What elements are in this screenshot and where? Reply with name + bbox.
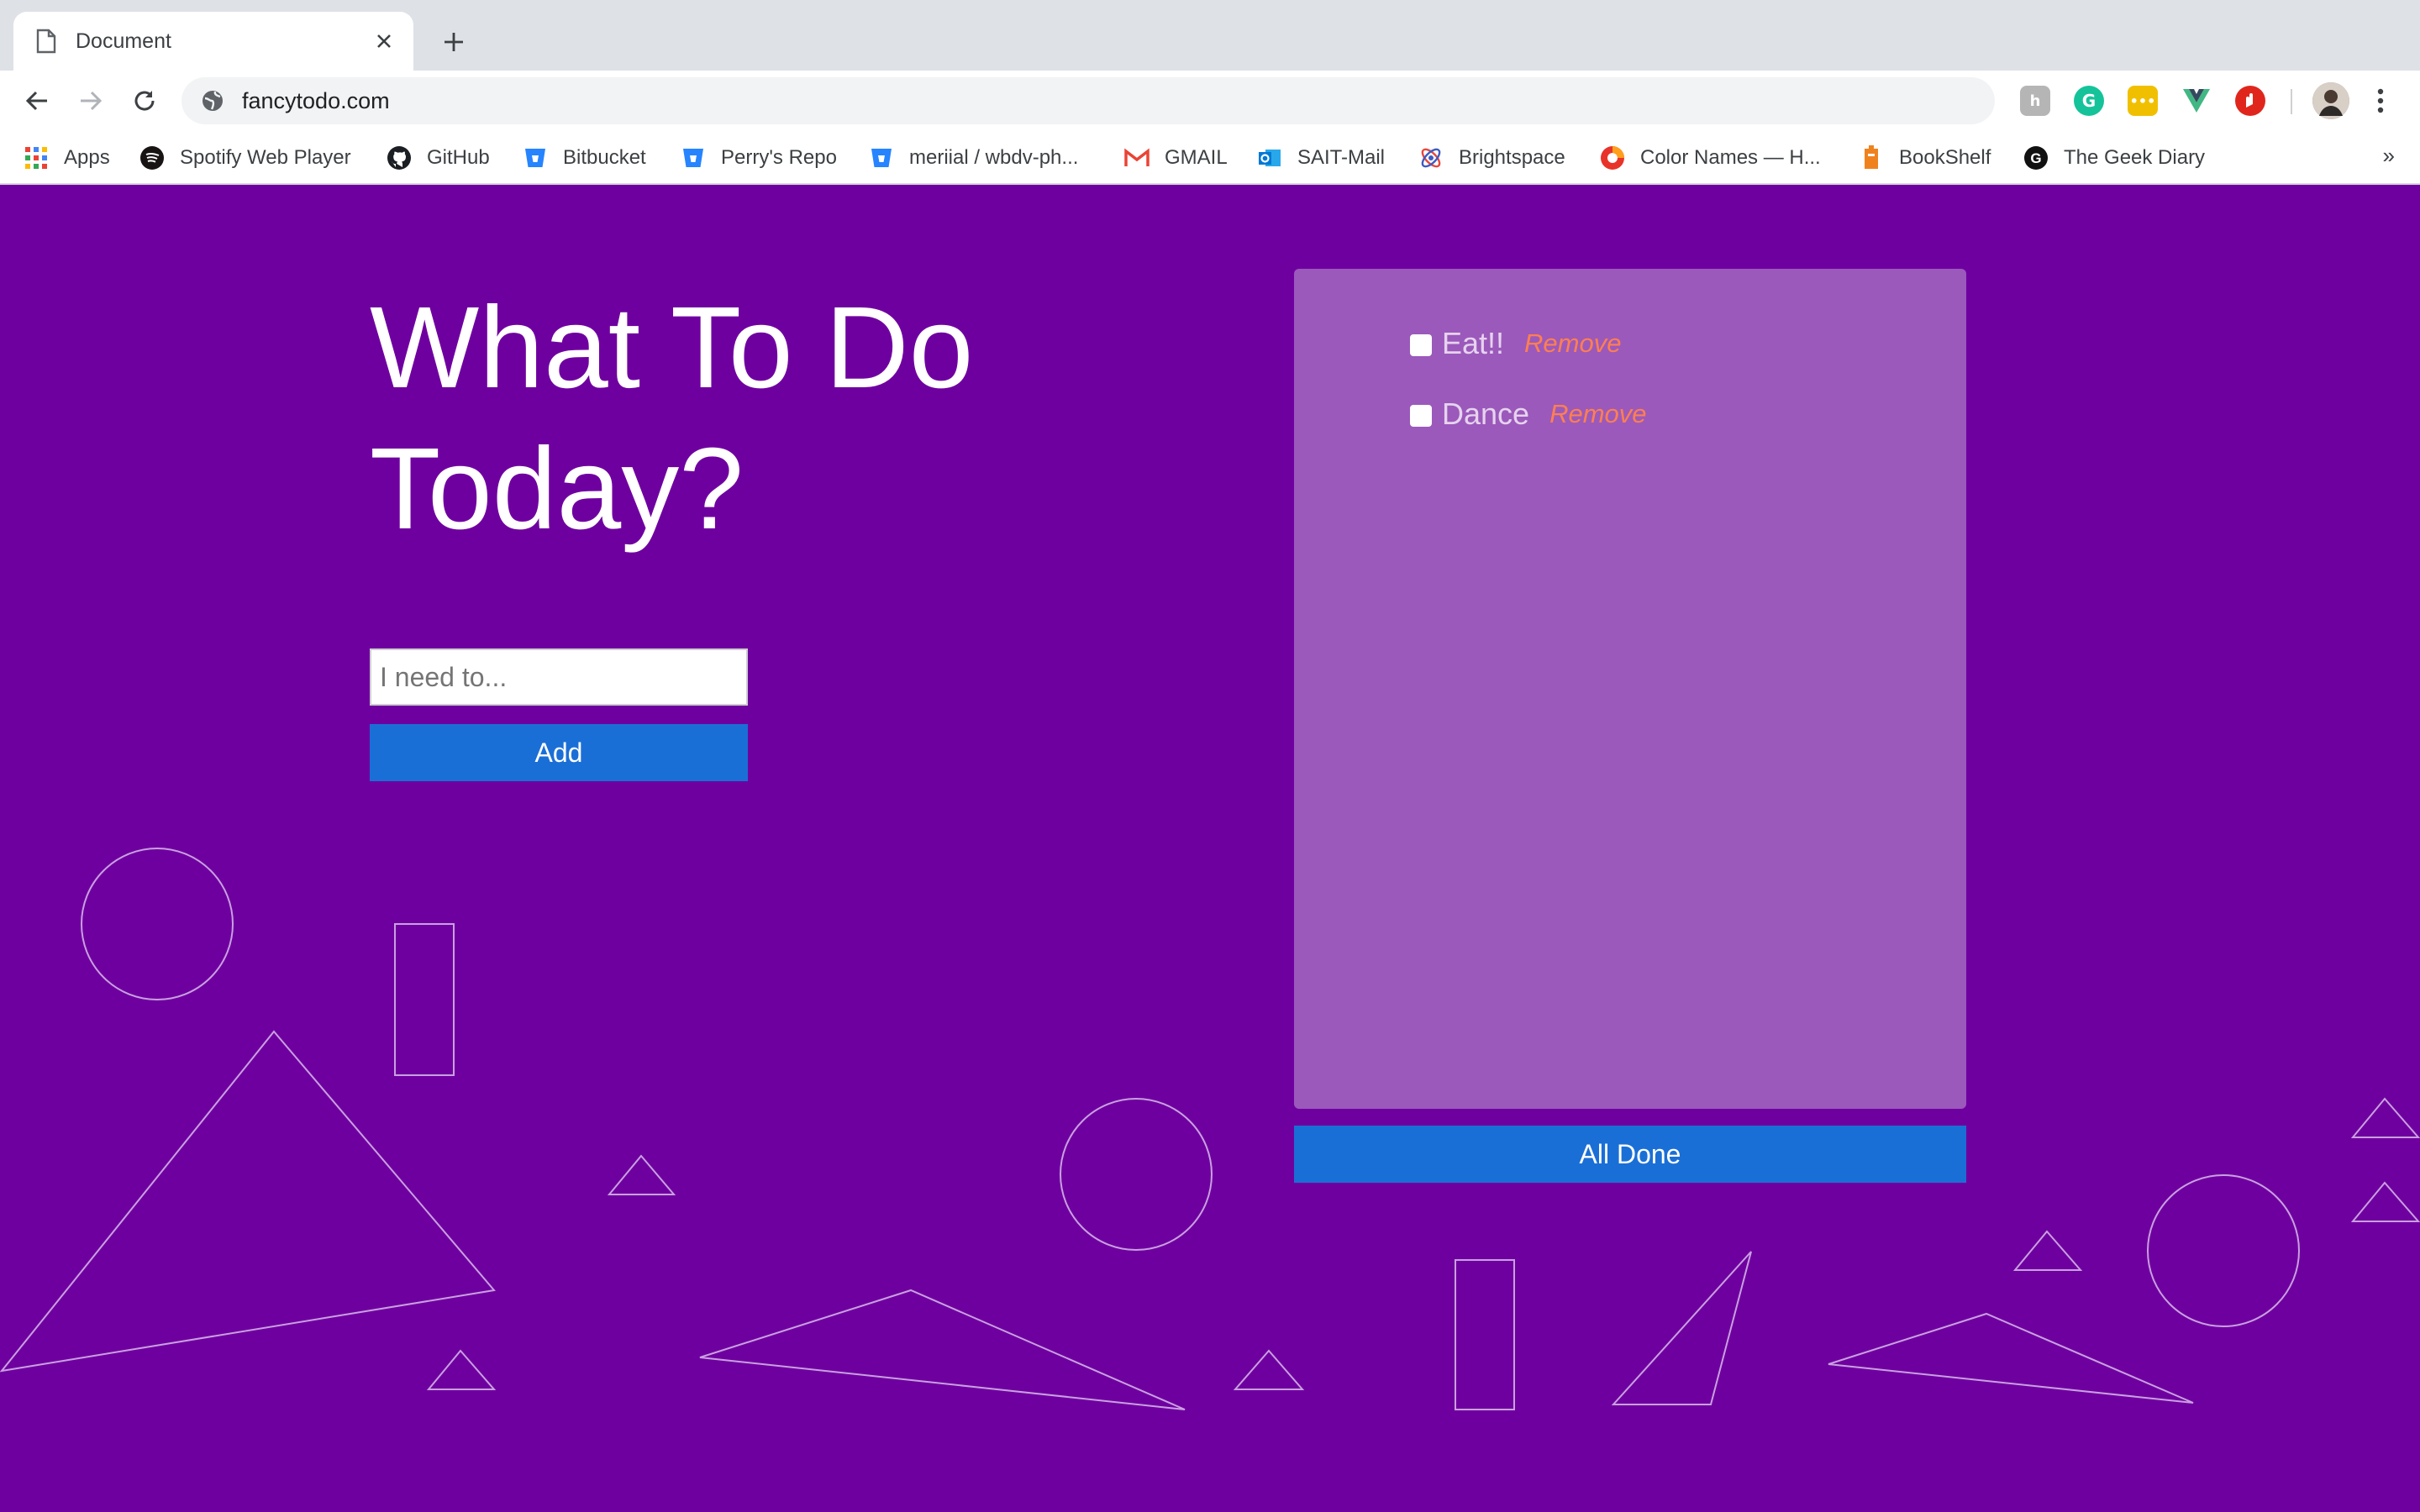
new-tab-button[interactable]: [434, 22, 474, 62]
gmail-icon: [1124, 145, 1150, 171]
decor-triangle: [607, 1154, 676, 1195]
site-info-icon[interactable]: [200, 88, 225, 113]
spotify-icon: [139, 145, 165, 171]
decor-triangle: [426, 1349, 497, 1390]
remove-link[interactable]: Remove: [1549, 399, 1646, 429]
document-icon: [35, 29, 57, 54]
bitbucket-icon: [523, 145, 548, 171]
apps-grid-icon: [24, 145, 49, 171]
decor-triangle: [1828, 1312, 2194, 1404]
bitbucket-icon: [869, 145, 894, 171]
profile-avatar[interactable]: [2312, 82, 2349, 119]
todo-item: Dance Remove: [1410, 396, 1647, 432]
brightspace-icon: [1418, 145, 1444, 171]
decor-circle: [81, 848, 234, 1000]
todo-list-panel: Eat!! Remove Dance Remove: [1294, 269, 1966, 1109]
bookmark-label: Bitbucket: [563, 146, 646, 169]
bookmark-label: Perry's Repo: [721, 146, 837, 169]
bookmark-label: meriial / wbdv-ph...: [909, 146, 1079, 169]
bookshelf-icon: [1859, 145, 1884, 171]
todo-checkbox[interactable]: [1410, 405, 1432, 427]
add-button[interactable]: Add: [370, 724, 748, 781]
bookmark-bookshelf[interactable]: BookShelf: [1859, 139, 1991, 176]
color-names-icon: [1600, 145, 1625, 171]
back-button[interactable]: [17, 81, 57, 121]
bookmark-apps[interactable]: Apps: [24, 139, 110, 176]
decor-rectangle: [394, 923, 455, 1076]
bitbucket-icon: [681, 145, 706, 171]
address-bar[interactable]: fancytodo.com: [182, 77, 1995, 124]
bookmark-brightspace[interactable]: Brightspace: [1418, 139, 1565, 176]
bookmarks-bar: Apps Spotify Web Player GitHub Bitbucket…: [0, 131, 2420, 185]
all-done-button[interactable]: All Done: [1294, 1126, 1966, 1183]
decor-triangle: [1611, 1251, 1752, 1405]
bookmark-meriial[interactable]: meriial / wbdv-ph...: [869, 139, 1078, 176]
toolbar-divider: [2291, 89, 2292, 114]
github-icon: [387, 145, 412, 171]
decor-triangle: [2350, 1097, 2420, 1138]
todo-input[interactable]: [370, 648, 748, 706]
decor-triangle: [2350, 1181, 2420, 1222]
bookmark-bitbucket[interactable]: Bitbucket: [523, 139, 646, 176]
browser-tab[interactable]: Document: [13, 12, 413, 71]
grammarly-icon[interactable]: G: [2074, 86, 2104, 116]
outlook-icon: [1257, 145, 1282, 171]
decor-circle: [2147, 1174, 2300, 1327]
bookmark-geek-diary[interactable]: G The Geek Diary: [2023, 139, 2205, 176]
todo-item-text: Dance: [1442, 396, 1530, 431]
bookmark-github[interactable]: GitHub: [387, 139, 490, 176]
page-title-line-2: Today?: [370, 424, 744, 554]
tab-title: Document: [76, 29, 171, 53]
bookmark-label: Color Names — H...: [1640, 146, 1821, 169]
extension-h-icon[interactable]: h: [2020, 86, 2050, 116]
bookmark-label: GMAIL: [1165, 146, 1228, 169]
svg-text:G: G: [2030, 150, 2041, 166]
page-title-line-1: What To Do: [370, 283, 974, 412]
browser-toolbar: fancytodo.com h G •••: [0, 71, 2420, 131]
bookmark-label: SAIT-Mail: [1297, 146, 1386, 169]
decor-triangle: [699, 1289, 1186, 1410]
remove-link[interactable]: Remove: [1524, 328, 1621, 359]
browser-tab-strip: Document: [0, 0, 2420, 71]
bookmark-sait-mail[interactable]: SAIT-Mail: [1257, 139, 1385, 176]
bookmark-label: BookShelf: [1899, 146, 1991, 169]
extension-yellow-icon[interactable]: •••: [2128, 86, 2158, 116]
todo-item-text: Eat!!: [1442, 326, 1505, 360]
bookmark-perrys-repo[interactable]: Perry's Repo: [681, 139, 837, 176]
bookmark-label: Spotify Web Player: [180, 146, 351, 169]
bookmark-label: GitHub: [427, 146, 490, 169]
bookmark-label: Apps: [64, 146, 110, 169]
bookmark-spotify[interactable]: Spotify Web Player: [139, 139, 351, 176]
adblock-icon[interactable]: [2235, 86, 2265, 116]
bookmark-color-names[interactable]: Color Names — H...: [1600, 139, 1821, 176]
close-tab-icon[interactable]: [373, 30, 395, 52]
todo-item: Eat!! Remove: [1410, 326, 1621, 361]
decor-triangle: [0, 1030, 496, 1373]
vue-devtools-icon[interactable]: [2181, 86, 2212, 116]
decorative-shapes: [0, 848, 2420, 1410]
menu-kebab-icon[interactable]: [2368, 86, 2393, 116]
more-bookmarks-chevron[interactable]: »: [2383, 143, 2395, 169]
bookmark-gmail[interactable]: GMAIL: [1124, 139, 1228, 176]
todo-page: What To Do Today? Add Eat!! Remove Dance…: [0, 185, 2420, 1512]
decor-rectangle: [1455, 1259, 1515, 1410]
bookmark-label: Brightspace: [1459, 146, 1565, 169]
geek-diary-icon: G: [2023, 145, 2049, 171]
reload-button[interactable]: [124, 81, 165, 121]
todo-checkbox[interactable]: [1410, 334, 1432, 356]
page-title: What To Do Today?: [370, 277, 1126, 559]
decor-triangle: [1233, 1349, 1305, 1390]
url-text: fancytodo.com: [242, 87, 390, 113]
decor-triangle: [2012, 1230, 2083, 1271]
forward-button[interactable]: [71, 81, 111, 121]
bookmark-label: The Geek Diary: [2064, 146, 2206, 169]
decor-circle: [1060, 1098, 1213, 1251]
